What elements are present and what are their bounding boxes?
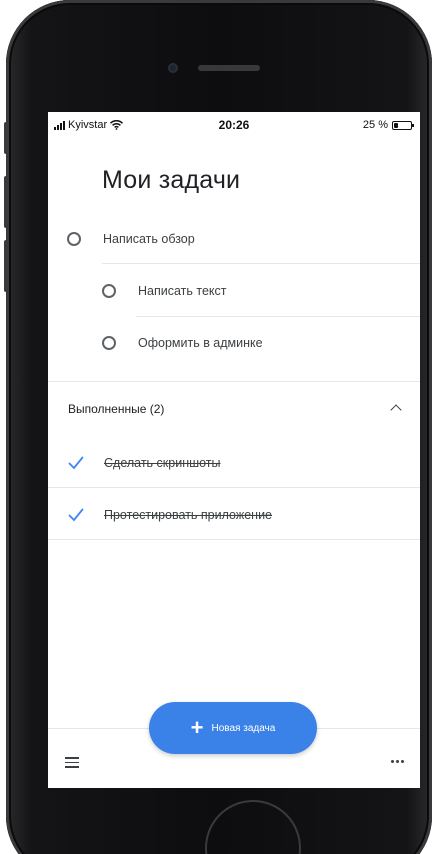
volume-down-button [4,240,8,292]
front-camera [168,63,178,73]
subtask-item[interactable]: Написать текст [102,284,227,298]
plus-icon: + [190,715,204,740]
battery-percent: 25 % [362,119,388,131]
battery-level [394,122,398,128]
completed-task-item[interactable]: Протестировать приложение [68,507,272,523]
task-label[interactable]: Написать обзор [103,232,195,246]
check-icon[interactable] [68,507,84,523]
divider [136,316,420,317]
volume-up-button [4,176,8,228]
completed-task-label[interactable]: Сделать скриншоты [104,456,221,470]
status-bar: Kyivstar 20:26 25 % [48,112,420,138]
new-task-label: Новая задача [211,722,276,734]
task-label[interactable]: Написать текст [138,284,227,298]
earpiece-speaker [198,65,260,71]
task-item[interactable]: Написать обзор [67,232,195,246]
circle-icon[interactable] [102,336,116,350]
divider [48,539,420,540]
battery-icon [392,120,414,130]
section-divider [48,381,420,382]
app-screen: Kyivstar 20:26 25 % Мои задачи Написать … [48,112,420,788]
menu-icon[interactable] [65,757,79,771]
status-right: 25 % [362,119,414,131]
mute-switch [4,122,8,154]
check-icon[interactable] [68,455,84,471]
completed-section-header[interactable]: Выполненные (2) [68,402,164,416]
circle-icon[interactable] [67,232,81,246]
divider [102,263,420,264]
page-title: Мои задачи [102,166,241,194]
home-button[interactable] [205,800,301,854]
device-frame: Kyivstar 20:26 25 % Мои задачи Написать … [0,0,437,854]
more-icon[interactable] [391,760,404,763]
completed-task-item[interactable]: Сделать скриншоты [68,455,221,471]
circle-icon[interactable] [102,284,116,298]
completed-task-label[interactable]: Протестировать приложение [104,508,272,522]
new-task-button[interactable]: + Новая задача [149,702,317,754]
chevron-up-icon[interactable] [390,404,402,416]
task-label[interactable]: Оформить в админке [138,336,263,350]
subtask-item[interactable]: Оформить в админке [102,336,263,350]
divider [48,487,420,488]
